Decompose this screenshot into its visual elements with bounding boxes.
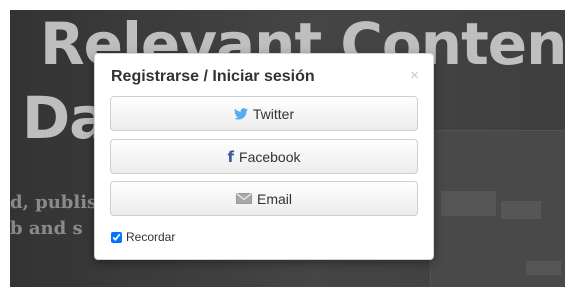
facebook-login-button[interactable]: f Facebook (110, 139, 418, 174)
twitter-login-button[interactable]: Twitter (110, 96, 418, 131)
remember-option[interactable]: Recordar (111, 230, 175, 244)
twitter-button-label: Twitter (252, 105, 295, 122)
email-button-label: Email (256, 190, 292, 207)
remember-checkbox[interactable] (111, 231, 122, 243)
email-login-button[interactable]: Email (110, 181, 418, 216)
remember-label: Recordar (126, 230, 176, 244)
close-icon[interactable]: × (410, 68, 419, 84)
facebook-f-icon: f (227, 147, 235, 166)
envelope-icon (235, 193, 252, 204)
modal-title: Registrarse / Iniciar sesión (111, 68, 315, 85)
login-modal: Registrarse / Iniciar sesión × Twitter f… (94, 53, 434, 260)
twitter-bird-icon (233, 107, 248, 120)
facebook-button-label: Facebook (239, 148, 301, 165)
